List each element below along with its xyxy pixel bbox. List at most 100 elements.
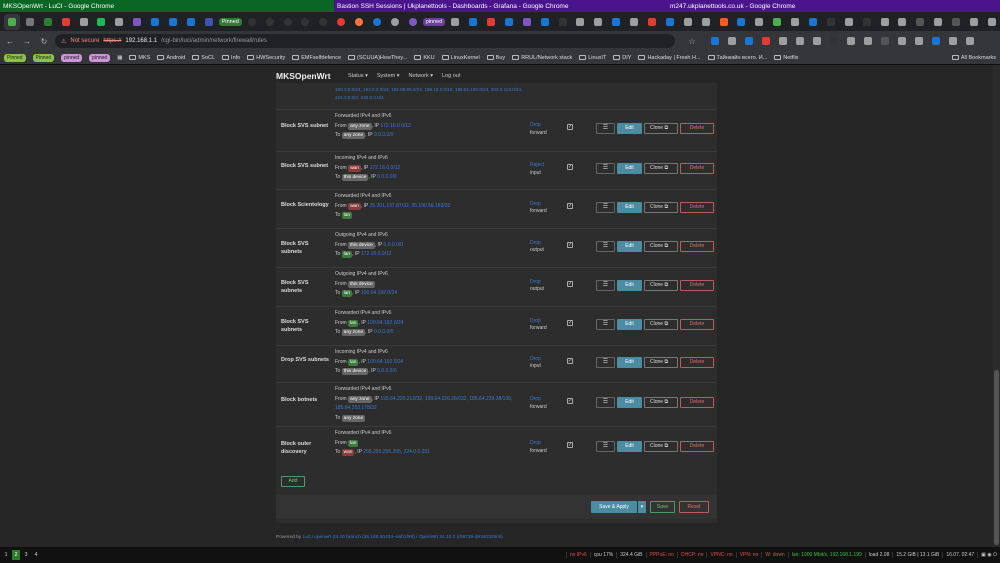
window-title[interactable]: Bastion SSH Sessions | Ukplanettools - D… [334,0,667,12]
drag-handle-icon[interactable]: ☰ [596,356,615,368]
browser-tab[interactable] [447,14,463,30]
browser-tab[interactable] [387,14,403,30]
scrollbar-thumb[interactable] [994,370,999,545]
browser-tab[interactable] [76,14,92,30]
browser-tab[interactable] [147,14,163,30]
bookmark-item[interactable]: LinuxKernel [441,55,480,61]
workspace-button[interactable]: 3 [22,550,30,560]
bookmark-pill[interactable]: pinned [61,53,83,62]
bookmark-item[interactable]: HWSecurity [247,55,285,61]
action-link[interactable]: Drop [530,122,547,130]
browser-tab[interactable] [734,14,750,30]
edit-button[interactable]: Edit [617,318,642,330]
clone-button[interactable]: Clone ⧉ [644,279,678,291]
browser-tab[interactable] [841,14,857,30]
all-bookmarks[interactable]: All Bookmarks [951,55,996,61]
browser-tab[interactable] [58,14,74,30]
reset-button[interactable]: Reset [679,501,709,513]
extension-icon[interactable] [966,37,974,45]
browser-tab[interactable] [716,14,732,30]
drag-handle-icon[interactable]: ☰ [596,240,615,252]
save-apply-button[interactable]: Save & Apply [591,501,637,513]
browser-tab[interactable] [111,14,127,30]
brand-title[interactable]: MKSOpenWrt [276,71,331,81]
bookmark-pill[interactable]: pinned [89,53,111,62]
browser-tab[interactable] [859,14,875,30]
extension-icon[interactable] [932,37,940,45]
edit-button[interactable]: Edit [617,123,642,134]
browser-tab[interactable] [912,14,928,30]
bookmark-item[interactable]: Info [222,55,240,61]
delete-button[interactable]: Delete [680,318,714,330]
bookmark-item[interactable]: Buy [486,55,505,61]
bookmark-item[interactable]: DIY [613,55,631,61]
extension-icon[interactable] [745,37,753,45]
browser-tab[interactable] [315,14,331,30]
enable-checkbox[interactable]: ✓ [567,241,573,248]
action-link[interactable]: Drop [530,396,547,404]
clone-button[interactable]: Clone ⧉ [644,240,678,252]
drag-handle-icon[interactable]: ☰ [596,201,615,213]
window-title[interactable]: MKSOpenWrt - LuCI - Google Chrome [0,0,334,12]
enable-checkbox[interactable]: ✓ [567,124,573,130]
tray-app-icon[interactable]: ▣ ◉ ⏻ [981,552,997,558]
browser-tab[interactable] [519,14,535,30]
workspace-button[interactable]: 4 [32,550,40,560]
browser-tab[interactable] [129,14,145,30]
extension-icon[interactable] [864,37,872,45]
menu-item[interactable]: Log out [442,73,460,79]
pinned-tab[interactable]: Pinned [218,17,242,26]
edit-button[interactable]: Edit [617,356,642,368]
delete-button[interactable]: Delete [680,123,714,134]
browser-tab[interactable] [4,13,20,30]
browser-tab[interactable] [40,14,56,30]
powered-link[interactable]: LuCI openwrt-24.10 branch (25.168.50434~… [303,535,503,540]
browser-tab[interactable] [537,14,553,30]
bookmark-item[interactable]: LinuxIT [579,55,606,61]
drag-handle-icon[interactable]: ☰ [596,279,615,291]
enable-checkbox[interactable]: ✓ [567,164,573,170]
workspace-button[interactable]: 1 [2,550,10,560]
edit-button[interactable]: Edit [617,397,642,408]
browser-tab[interactable] [22,14,38,30]
delete-button[interactable]: Delete [680,163,714,174]
enable-checkbox[interactable]: ✓ [567,442,573,448]
delete-button[interactable]: Delete [680,397,714,408]
clone-button[interactable]: Clone ⧉ [644,201,678,213]
edit-button[interactable]: Edit [617,163,642,174]
browser-tab[interactable] [405,14,421,30]
browser-tab[interactable] [369,14,385,30]
browser-tab[interactable] [298,14,314,30]
browser-tab[interactable] [608,14,624,30]
browser-tab[interactable] [555,14,571,30]
action-link[interactable]: Drop [530,201,547,209]
add-button[interactable]: Add [281,476,305,487]
browser-tab[interactable] [590,14,606,30]
bookmark-item[interactable]: Netflix [774,55,799,61]
clone-button[interactable]: Clone ⧉ [644,318,678,330]
bookmark-item[interactable]: (SCUUA)HowThey... [348,55,407,61]
menu-item[interactable]: Network ▾ [409,73,433,79]
action-link[interactable]: Drop [530,318,547,326]
clone-button[interactable]: Clone ⧉ [644,356,678,368]
browser-tab[interactable] [573,14,589,30]
browser-tab[interactable] [823,14,839,30]
action-link[interactable]: Drop [530,240,544,248]
browser-tab[interactable] [644,14,660,30]
browser-tab[interactable] [333,14,349,30]
browser-tab[interactable] [805,14,821,30]
browser-tab[interactable] [262,14,278,30]
browser-tab[interactable] [165,14,181,30]
enable-checkbox[interactable]: ✓ [567,280,573,287]
browser-tab[interactable] [680,14,696,30]
bookmark-pill[interactable]: Pinned [4,53,26,62]
menu-item[interactable]: System ▾ [377,73,400,79]
browser-tab[interactable] [93,14,109,30]
reload-icon[interactable]: ↻ [38,37,50,46]
extension-icon[interactable] [796,37,804,45]
forward-icon[interactable]: → [21,37,33,46]
bookmark-item[interactable]: Android [157,55,185,61]
bookmark-pill[interactable]: Pinned [32,53,55,62]
enable-checkbox[interactable]: ✓ [567,357,573,364]
browser-tab[interactable] [984,14,1000,30]
